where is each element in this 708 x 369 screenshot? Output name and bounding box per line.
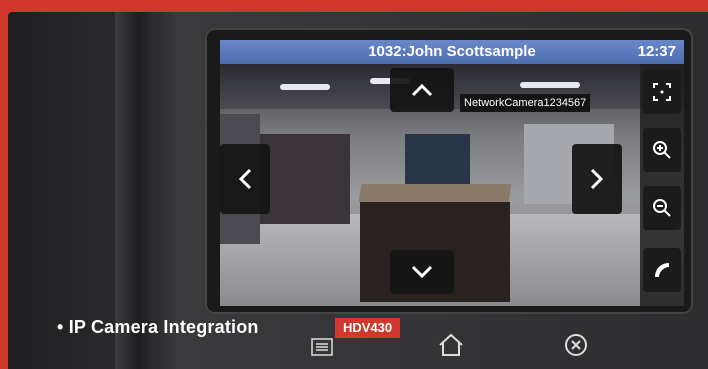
menu-icon <box>311 338 333 356</box>
chevron-left-icon <box>238 168 252 190</box>
ceiling-light <box>520 82 580 88</box>
camera-control-bar <box>640 64 684 306</box>
phone-screen: 1032:John Scottsample 12:37 NetworkCamer… <box>220 40 684 306</box>
zoom-in-button[interactable] <box>643 128 681 172</box>
pan-up-button[interactable] <box>390 68 454 112</box>
cancel-icon <box>565 334 587 356</box>
ceiling-light <box>280 84 330 90</box>
fullscreen-icon <box>653 83 671 101</box>
chevron-up-icon <box>411 83 433 97</box>
menu-softkey[interactable] <box>311 338 333 361</box>
clothes-rack <box>260 134 350 224</box>
call-titlebar: 1032:John Scottsample 12:37 <box>220 40 684 64</box>
pan-right-button[interactable] <box>572 144 622 214</box>
chevron-down-icon <box>411 265 433 279</box>
phone-icon <box>655 263 669 277</box>
cancel-softkey[interactable] <box>564 333 588 362</box>
home-icon <box>439 333 463 356</box>
zoom-out-button[interactable] <box>643 186 681 230</box>
model-badge: HDV430 <box>335 318 401 338</box>
clock: 12:37 <box>637 43 676 60</box>
product-shot: 1032:John Scottsample 12:37 NetworkCamer… <box>0 0 708 369</box>
caller-name: 1032:John Scottsample <box>368 43 536 60</box>
feature-caption: • IP Camera Integration <box>57 317 259 337</box>
zoom-out-icon <box>653 199 671 217</box>
handset-edge <box>115 12 155 369</box>
pan-left-button[interactable] <box>220 144 270 214</box>
fullscreen-button[interactable] <box>643 70 681 114</box>
zoom-in-icon <box>653 141 671 159</box>
chevron-right-icon <box>590 168 604 190</box>
camera-name-label: NetworkCamera1234567 <box>460 94 591 112</box>
home-softkey[interactable] <box>438 333 464 362</box>
pan-down-button[interactable] <box>390 250 454 294</box>
display-table <box>358 184 512 202</box>
call-button[interactable] <box>643 248 681 292</box>
